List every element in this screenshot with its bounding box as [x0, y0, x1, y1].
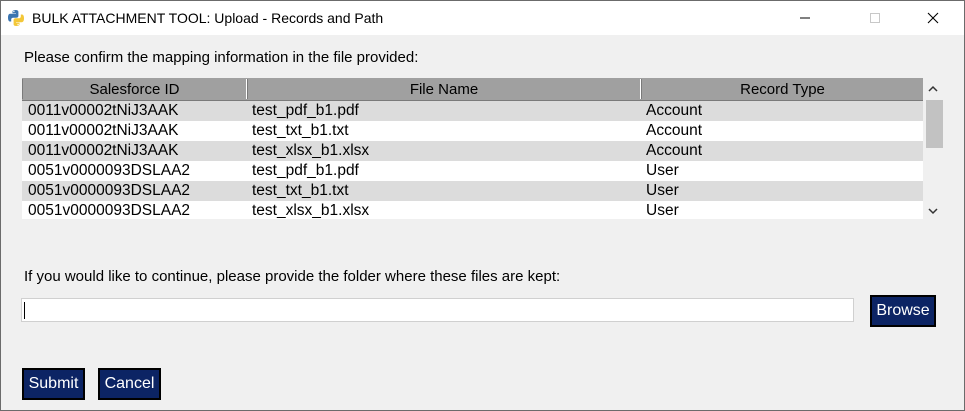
- table-scrollbar[interactable]: [923, 78, 943, 219]
- cell-file-name: test_pdf_b1.pdf: [252, 162, 359, 179]
- scroll-up-button[interactable]: [923, 80, 943, 98]
- cell-file-name: test_txt_b1.txt: [252, 122, 349, 139]
- cell-record-type: User: [646, 202, 679, 219]
- table-row[interactable]: 0011v00002tNiJ3AAK test_xlsx_b1.xlsx Acc…: [22, 141, 923, 161]
- scroll-thumb[interactable]: [926, 100, 943, 148]
- maximize-icon: [870, 13, 880, 23]
- cell-record-type: Account: [646, 102, 703, 119]
- submit-button[interactable]: Submit: [22, 368, 85, 400]
- table-row[interactable]: 0051v0000093DSLAA2 test_pdf_b1.pdf User: [22, 161, 923, 181]
- table-header: Salesforce ID File Name Record Type: [22, 78, 923, 101]
- browse-button[interactable]: Browse: [870, 295, 936, 327]
- column-header-salesforce-id[interactable]: Salesforce ID: [22, 79, 247, 99]
- table-row[interactable]: 0051v0000093DSLAA2 test_txt_b1.txt User: [22, 181, 923, 201]
- folder-path-input[interactable]: [21, 298, 854, 322]
- python-icon: [7, 9, 25, 27]
- cell-salesforce-id: 0011v00002tNiJ3AAK: [28, 122, 179, 139]
- cell-file-name: test_pdf_b1.pdf: [252, 102, 359, 119]
- column-header-file-name[interactable]: File Name: [247, 79, 641, 99]
- cell-record-type: User: [646, 162, 679, 179]
- minimize-icon: [800, 17, 810, 19]
- mapping-table: Salesforce ID File Name Record Type 0011…: [22, 78, 923, 219]
- app-window: BULK ATTACHMENT TOOL: Upload - Records a…: [0, 0, 965, 411]
- close-icon: [927, 12, 939, 24]
- cell-record-type: Account: [646, 142, 703, 159]
- cell-salesforce-id: 0051v0000093DSLAA2: [28, 182, 191, 199]
- text-caret: [24, 302, 25, 319]
- folder-prompt: If you would like to continue, please pr…: [24, 268, 561, 285]
- cell-salesforce-id: 0051v0000093DSLAA2: [28, 162, 191, 179]
- title-bar[interactable]: BULK ATTACHMENT TOOL: Upload - Records a…: [1, 1, 964, 35]
- chevron-up-icon: [928, 85, 938, 92]
- cell-salesforce-id: 0051v0000093DSLAA2: [28, 202, 191, 219]
- table-row[interactable]: 0051v0000093DSLAA2 test_xlsx_b1.xlsx Use…: [22, 201, 923, 219]
- cell-file-name: test_xlsx_b1.xlsx: [252, 202, 370, 219]
- minimize-button[interactable]: [782, 1, 828, 35]
- cell-record-type: Account: [646, 122, 703, 139]
- cell-file-name: test_xlsx_b1.xlsx: [252, 142, 370, 159]
- cell-record-type: User: [646, 182, 679, 199]
- cell-salesforce-id: 0011v00002tNiJ3AAK: [28, 102, 179, 119]
- chevron-down-icon: [928, 208, 938, 215]
- scroll-down-button[interactable]: [923, 202, 943, 220]
- close-button[interactable]: [910, 1, 956, 35]
- cell-salesforce-id: 0011v00002tNiJ3AAK: [28, 142, 179, 159]
- table-row[interactable]: 0011v00002tNiJ3AAK test_pdf_b1.pdf Accou…: [22, 101, 923, 121]
- cancel-button[interactable]: Cancel: [98, 368, 161, 400]
- cell-file-name: test_txt_b1.txt: [252, 182, 349, 199]
- table-row[interactable]: 0011v00002tNiJ3AAK test_txt_b1.txt Accou…: [22, 121, 923, 141]
- window-title: BULK ATTACHMENT TOOL: Upload - Records a…: [32, 10, 384, 26]
- mapping-prompt: Please confirm the mapping information i…: [24, 49, 419, 66]
- column-header-record-type[interactable]: Record Type: [641, 79, 923, 99]
- maximize-button[interactable]: [852, 1, 898, 35]
